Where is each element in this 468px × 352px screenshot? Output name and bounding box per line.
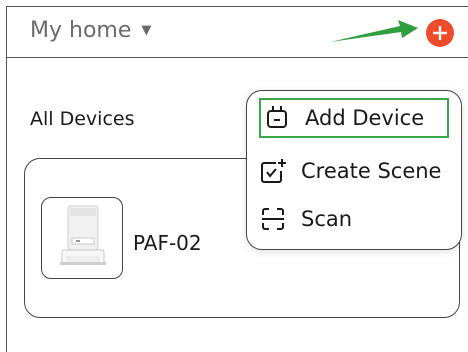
menu-item-label: Create Scene bbox=[301, 159, 442, 183]
device-image bbox=[41, 197, 123, 279]
home-selector[interactable]: My home ▼ bbox=[30, 18, 151, 43]
device-name: PAF-02 bbox=[133, 231, 202, 255]
menu-item-create-scene[interactable]: Create Scene bbox=[259, 151, 441, 191]
menu-item-scan[interactable]: Scan bbox=[259, 199, 352, 239]
menu-item-add-device[interactable]: Add Device bbox=[259, 98, 449, 138]
scene-add-icon bbox=[259, 157, 287, 185]
home-label: My home bbox=[30, 18, 132, 43]
scan-icon bbox=[259, 205, 287, 233]
caret-down-icon: ▼ bbox=[141, 23, 152, 38]
add-button[interactable] bbox=[426, 19, 454, 47]
menu-item-label: Add Device bbox=[305, 106, 425, 130]
plug-icon bbox=[263, 104, 291, 132]
all-devices-title: All Devices bbox=[30, 108, 135, 130]
add-dropdown-menu: Add Device Create Scene Scan bbox=[246, 90, 462, 250]
pointer-arrow-annotation bbox=[330, 20, 418, 42]
menu-item-label: Scan bbox=[301, 207, 353, 231]
plus-icon bbox=[433, 26, 447, 40]
